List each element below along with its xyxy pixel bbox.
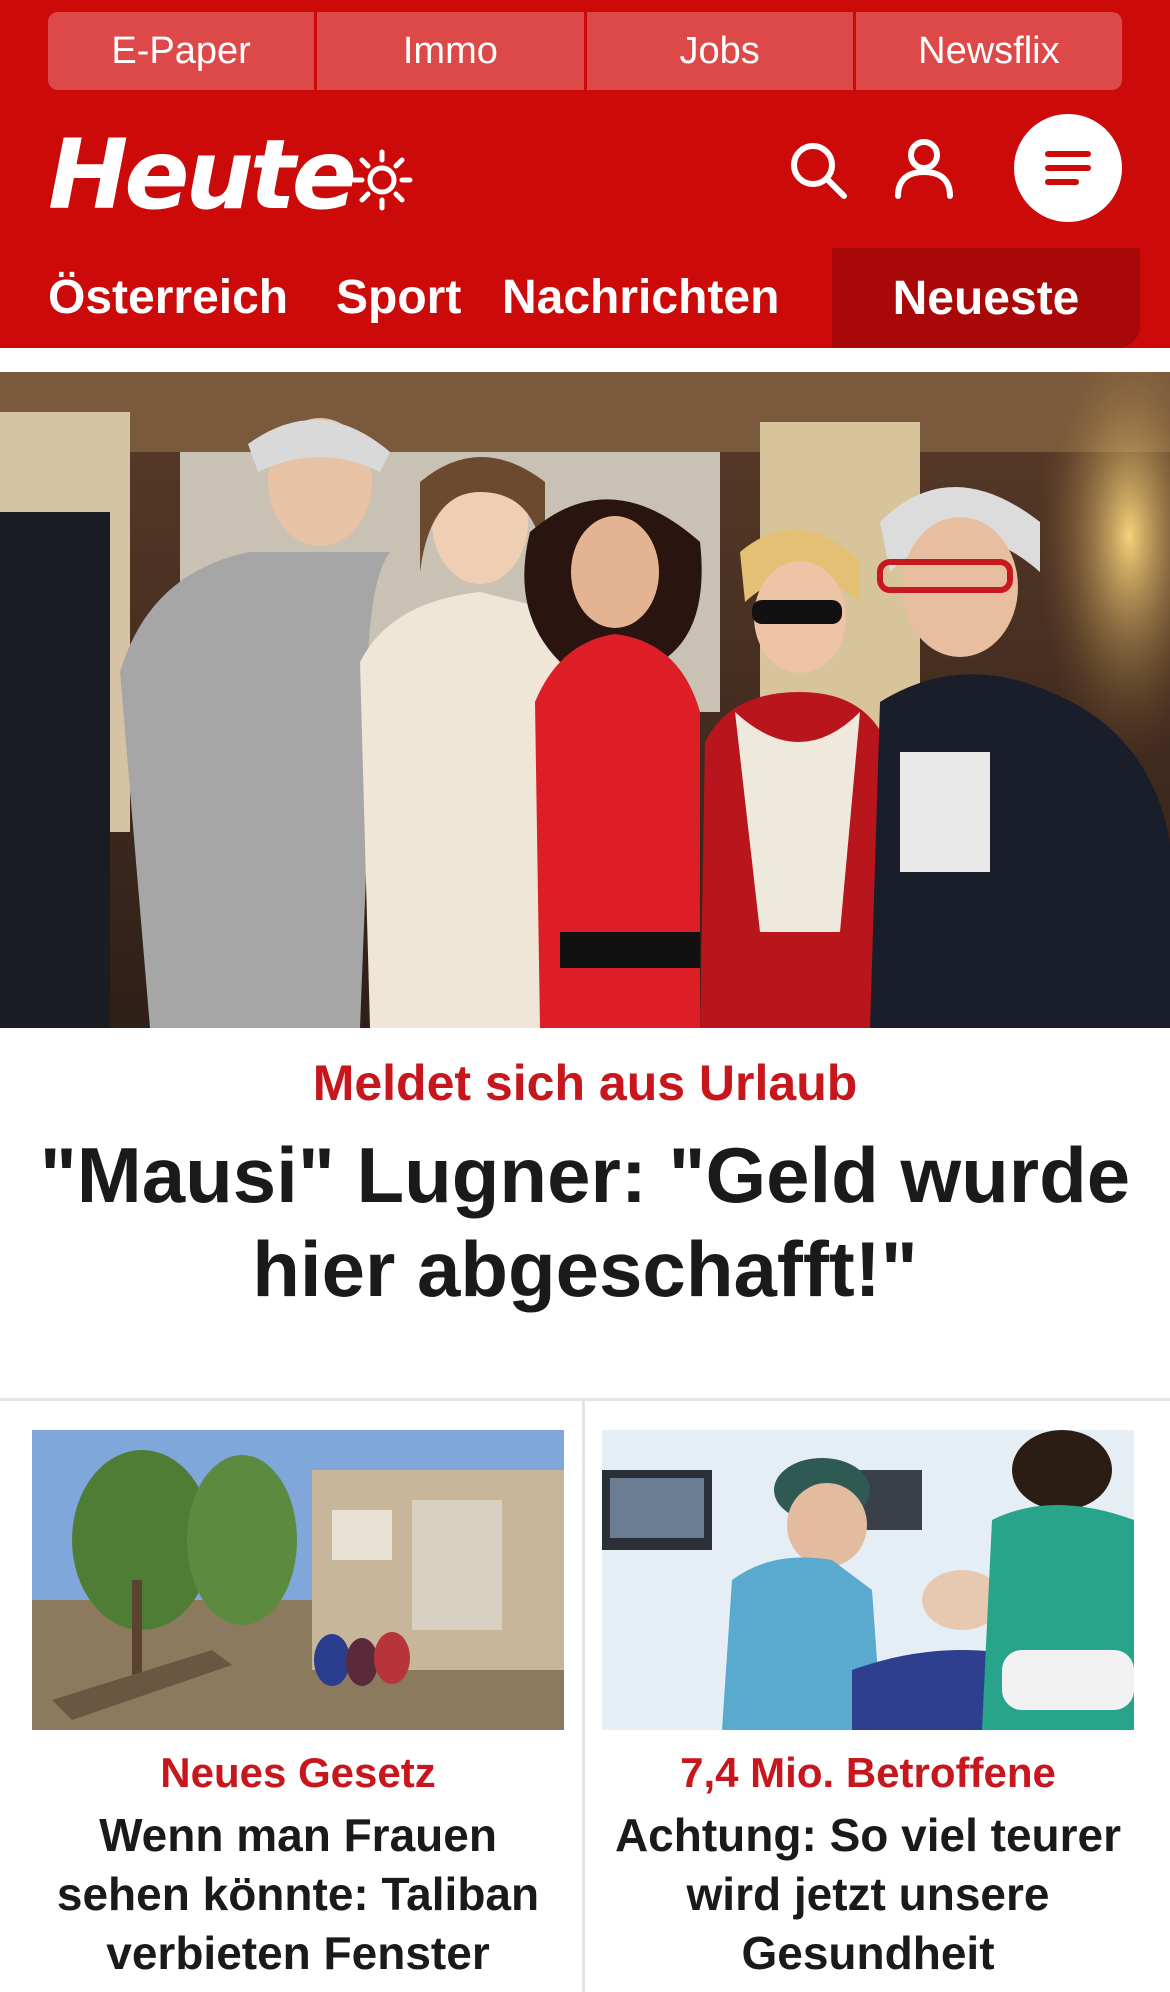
teaser-photo-gesundheit[interactable]	[602, 1430, 1134, 1730]
hero-headline[interactable]: "Mausi" Lugner: "Geld wurde hier abgesch…	[0, 1128, 1170, 1316]
teaser-card-taliban[interactable]: Neues Gesetz Wenn man Frauen sehen könnt…	[32, 1430, 564, 1983]
top-link-newsflix[interactable]: Newsflix	[855, 12, 1122, 90]
menu-button[interactable]	[1014, 114, 1122, 222]
nav-item-oesterreich[interactable]: Österreich	[48, 270, 288, 325]
main-nav: Österreich Sport Nachrichten Neueste	[0, 248, 1170, 348]
heute-logo[interactable]: Heute	[48, 120, 357, 230]
nav-item-neueste[interactable]: Neueste	[832, 248, 1140, 348]
column-divider	[582, 1400, 585, 1992]
top-links-bar: E-Paper Immo Jobs Newsflix	[48, 12, 1122, 90]
teaser-headline[interactable]: Achtung: So viel teurer wird jetzt unser…	[602, 1806, 1134, 1983]
sun-icon[interactable]	[350, 148, 414, 212]
teaser-headline[interactable]: Wenn man Frauen sehen könnte: Taliban ve…	[32, 1806, 564, 1983]
teaser-photo-taliban-illustration	[32, 1430, 564, 1730]
nav-item-nachrichten[interactable]: Nachrichten	[502, 270, 779, 325]
teaser-photo-taliban[interactable]	[32, 1430, 564, 1730]
teaser-card-gesundheit[interactable]: 7,4 Mio. Betroffene Achtung: So viel teu…	[602, 1430, 1134, 1983]
menu-icon	[1045, 151, 1091, 185]
teaser-photo-gesundheit-illustration	[602, 1430, 1134, 1730]
user-icon[interactable]	[892, 136, 956, 200]
section-divider	[0, 1398, 1170, 1401]
teaser-kicker[interactable]: 7,4 Mio. Betroffene	[602, 1744, 1134, 1802]
top-link-epaper[interactable]: E-Paper	[48, 12, 318, 90]
brand-row: Heute	[0, 100, 1170, 250]
top-link-jobs[interactable]: Jobs	[586, 12, 856, 90]
nav-item-sport[interactable]: Sport	[336, 270, 461, 325]
hero-photo-illustration	[0, 372, 1170, 1028]
teaser-kicker[interactable]: Neues Gesetz	[32, 1744, 564, 1802]
site-header: E-Paper Immo Jobs Newsflix Heute Österre…	[0, 0, 1170, 348]
hero-kicker[interactable]: Meldet sich aus Urlaub	[0, 1054, 1170, 1112]
search-icon[interactable]	[786, 138, 850, 202]
top-link-immo[interactable]: Immo	[317, 12, 587, 90]
hero-photo[interactable]	[0, 372, 1170, 1028]
